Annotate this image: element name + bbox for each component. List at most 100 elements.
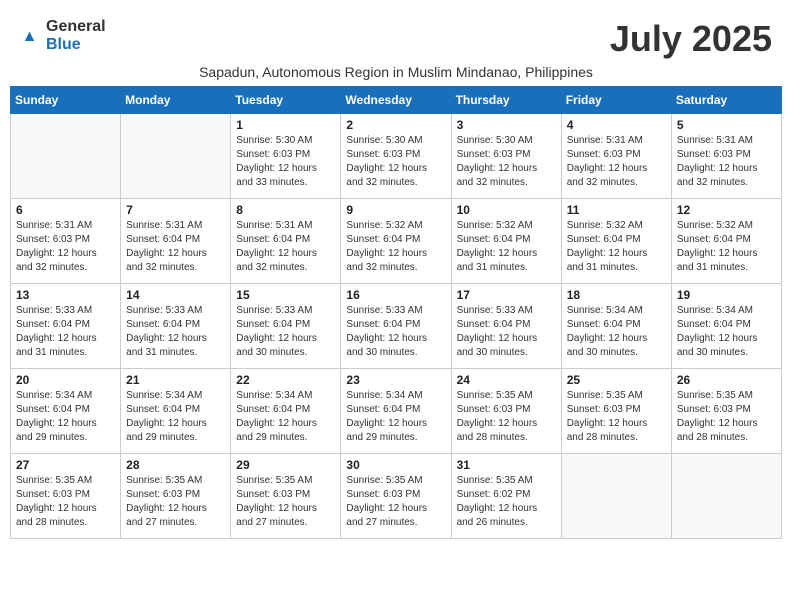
calendar-cell: 24 Sunrise: 5:35 AM Sunset: 6:03 PM Dayli…	[451, 369, 561, 454]
day-number: 8	[236, 203, 335, 217]
calendar-cell: 28 Sunrise: 5:35 AM Sunset: 6:03 PM Dayli…	[121, 454, 231, 539]
day-info: Sunrise: 5:30 AM Sunset: 6:03 PM Dayligh…	[457, 134, 556, 190]
calendar-table: SundayMondayTuesdayWednesdayThursdayFrid…	[10, 86, 782, 539]
day-info: Sunrise: 5:32 AM Sunset: 6:04 PM Dayligh…	[567, 219, 666, 275]
day-info: Sunrise: 5:35 AM Sunset: 6:02 PM Dayligh…	[457, 474, 556, 530]
day-number: 4	[567, 118, 666, 132]
calendar-week-row: 20 Sunrise: 5:34 AM Sunset: 6:04 PM Dayli…	[11, 369, 782, 454]
day-info: Sunrise: 5:34 AM Sunset: 6:04 PM Dayligh…	[126, 389, 225, 445]
day-number: 13	[16, 288, 115, 302]
day-info: Sunrise: 5:34 AM Sunset: 6:04 PM Dayligh…	[346, 389, 445, 445]
day-number: 14	[126, 288, 225, 302]
calendar-cell: 5 Sunrise: 5:31 AM Sunset: 6:03 PM Daylig…	[671, 114, 781, 199]
day-number: 3	[457, 118, 556, 132]
calendar-cell: 23 Sunrise: 5:34 AM Sunset: 6:04 PM Dayli…	[341, 369, 451, 454]
calendar-cell: 30 Sunrise: 5:35 AM Sunset: 6:03 PM Dayli…	[341, 454, 451, 539]
svg-text:▲: ▲	[21, 27, 37, 45]
calendar-cell: 16Sunrise: 5:33 AM Sunset: 6:04 PM Dayli…	[341, 284, 451, 369]
calendar-cell: 20 Sunrise: 5:34 AM Sunset: 6:04 PM Dayli…	[11, 369, 121, 454]
day-number: 23	[346, 373, 445, 387]
day-info: Sunrise: 5:31 AM Sunset: 6:04 PM Dayligh…	[126, 219, 225, 275]
calendar-cell	[671, 454, 781, 539]
day-number: 1	[236, 118, 335, 132]
day-number: 17	[457, 288, 556, 302]
day-number: 28	[126, 458, 225, 472]
calendar-week-row: 27 Sunrise: 5:35 AM Sunset: 6:03 PM Dayli…	[11, 454, 782, 539]
day-number: 6	[16, 203, 115, 217]
logo-icon: ▲	[20, 25, 42, 47]
calendar-cell: 19Sunrise: 5:34 AM Sunset: 6:04 PM Dayli…	[671, 284, 781, 369]
day-info: Sunrise: 5:33 AM Sunset: 6:04 PM Dayligh…	[16, 304, 115, 360]
calendar-cell: 6 Sunrise: 5:31 AM Sunset: 6:03 PM Daylig…	[11, 199, 121, 284]
day-info: Sunrise: 5:35 AM Sunset: 6:03 PM Dayligh…	[677, 389, 776, 445]
calendar-cell: 10 Sunrise: 5:32 AM Sunset: 6:04 PM Dayli…	[451, 199, 561, 284]
calendar-cell: 7 Sunrise: 5:31 AM Sunset: 6:04 PM Daylig…	[121, 199, 231, 284]
calendar-cell: 11Sunrise: 5:32 AM Sunset: 6:04 PM Dayli…	[561, 199, 671, 284]
month-title: July 2025	[610, 18, 772, 60]
day-info: Sunrise: 5:35 AM Sunset: 6:03 PM Dayligh…	[346, 474, 445, 530]
day-info: Sunrise: 5:34 AM Sunset: 6:04 PM Dayligh…	[16, 389, 115, 445]
calendar-cell: 1 Sunrise: 5:30 AM Sunset: 6:03 PM Daylig…	[231, 114, 341, 199]
calendar-cell: 27 Sunrise: 5:35 AM Sunset: 6:03 PM Dayli…	[11, 454, 121, 539]
day-info: Sunrise: 5:32 AM Sunset: 6:04 PM Dayligh…	[457, 219, 556, 275]
calendar-cell	[121, 114, 231, 199]
day-number: 19	[677, 288, 776, 302]
day-info: Sunrise: 5:31 AM Sunset: 6:04 PM Dayligh…	[236, 219, 335, 275]
day-number: 21	[126, 373, 225, 387]
day-number: 22	[236, 373, 335, 387]
day-info: Sunrise: 5:35 AM Sunset: 6:03 PM Dayligh…	[236, 474, 335, 530]
page-header: ▲ General Blue July 2025	[10, 10, 782, 62]
day-number: 10	[457, 203, 556, 217]
day-number: 20	[16, 373, 115, 387]
day-number: 24	[457, 373, 556, 387]
calendar-cell: 2Sunrise: 5:30 AM Sunset: 6:03 PM Daylig…	[341, 114, 451, 199]
day-info: Sunrise: 5:35 AM Sunset: 6:03 PM Dayligh…	[457, 389, 556, 445]
calendar-cell: 29 Sunrise: 5:35 AM Sunset: 6:03 PM Dayli…	[231, 454, 341, 539]
weekday-header-monday: Monday	[121, 87, 231, 114]
calendar-cell: 4 Sunrise: 5:31 AM Sunset: 6:03 PM Daylig…	[561, 114, 671, 199]
day-info: Sunrise: 5:35 AM Sunset: 6:03 PM Dayligh…	[16, 474, 115, 530]
logo-general-text: General	[46, 18, 106, 35]
day-info: Sunrise: 5:33 AM Sunset: 6:04 PM Dayligh…	[126, 304, 225, 360]
calendar-cell: 9Sunrise: 5:32 AM Sunset: 6:04 PM Daylig…	[341, 199, 451, 284]
weekday-header-tuesday: Tuesday	[231, 87, 341, 114]
calendar-cell: 21 Sunrise: 5:34 AM Sunset: 6:04 PM Dayli…	[121, 369, 231, 454]
calendar-subtitle: Sapadun, Autonomous Region in Muslim Min…	[10, 64, 782, 80]
calendar-cell: 17Sunrise: 5:33 AM Sunset: 6:04 PM Dayli…	[451, 284, 561, 369]
day-number: 12	[677, 203, 776, 217]
logo-blue-text: Blue	[46, 36, 81, 53]
day-number: 29	[236, 458, 335, 472]
calendar-week-row: 13 Sunrise: 5:33 AM Sunset: 6:04 PM Dayli…	[11, 284, 782, 369]
day-info: Sunrise: 5:30 AM Sunset: 6:03 PM Dayligh…	[236, 134, 335, 190]
day-info: Sunrise: 5:31 AM Sunset: 6:03 PM Dayligh…	[567, 134, 666, 190]
day-number: 27	[16, 458, 115, 472]
calendar-cell: 3 Sunrise: 5:30 AM Sunset: 6:03 PM Daylig…	[451, 114, 561, 199]
day-info: Sunrise: 5:34 AM Sunset: 6:04 PM Dayligh…	[567, 304, 666, 360]
calendar-cell	[561, 454, 671, 539]
calendar-cell: 13 Sunrise: 5:33 AM Sunset: 6:04 PM Dayli…	[11, 284, 121, 369]
day-number: 31	[457, 458, 556, 472]
calendar-cell: 25 Sunrise: 5:35 AM Sunset: 6:03 PM Dayli…	[561, 369, 671, 454]
calendar-cell: 26Sunrise: 5:35 AM Sunset: 6:03 PM Dayli…	[671, 369, 781, 454]
calendar-cell: 14 Sunrise: 5:33 AM Sunset: 6:04 PM Dayli…	[121, 284, 231, 369]
day-number: 25	[567, 373, 666, 387]
day-info: Sunrise: 5:32 AM Sunset: 6:04 PM Dayligh…	[677, 219, 776, 275]
day-number: 16	[346, 288, 445, 302]
weekday-header-thursday: Thursday	[451, 87, 561, 114]
weekday-header-sunday: Sunday	[11, 87, 121, 114]
day-info: Sunrise: 5:35 AM Sunset: 6:03 PM Dayligh…	[567, 389, 666, 445]
calendar-cell: 15Sunrise: 5:33 AM Sunset: 6:04 PM Dayli…	[231, 284, 341, 369]
day-info: Sunrise: 5:31 AM Sunset: 6:03 PM Dayligh…	[677, 134, 776, 190]
day-number: 30	[346, 458, 445, 472]
calendar-cell: 18Sunrise: 5:34 AM Sunset: 6:04 PM Dayli…	[561, 284, 671, 369]
day-number: 9	[346, 203, 445, 217]
day-number: 5	[677, 118, 776, 132]
day-info: Sunrise: 5:30 AM Sunset: 6:03 PM Dayligh…	[346, 134, 445, 190]
calendar-cell: 22Sunrise: 5:34 AM Sunset: 6:04 PM Dayli…	[231, 369, 341, 454]
day-info: Sunrise: 5:35 AM Sunset: 6:03 PM Dayligh…	[126, 474, 225, 530]
calendar-cell: 8 Sunrise: 5:31 AM Sunset: 6:04 PM Daylig…	[231, 199, 341, 284]
weekday-header-friday: Friday	[561, 87, 671, 114]
day-info: Sunrise: 5:33 AM Sunset: 6:04 PM Dayligh…	[236, 304, 335, 360]
day-number: 7	[126, 203, 225, 217]
day-info: Sunrise: 5:31 AM Sunset: 6:03 PM Dayligh…	[16, 219, 115, 275]
